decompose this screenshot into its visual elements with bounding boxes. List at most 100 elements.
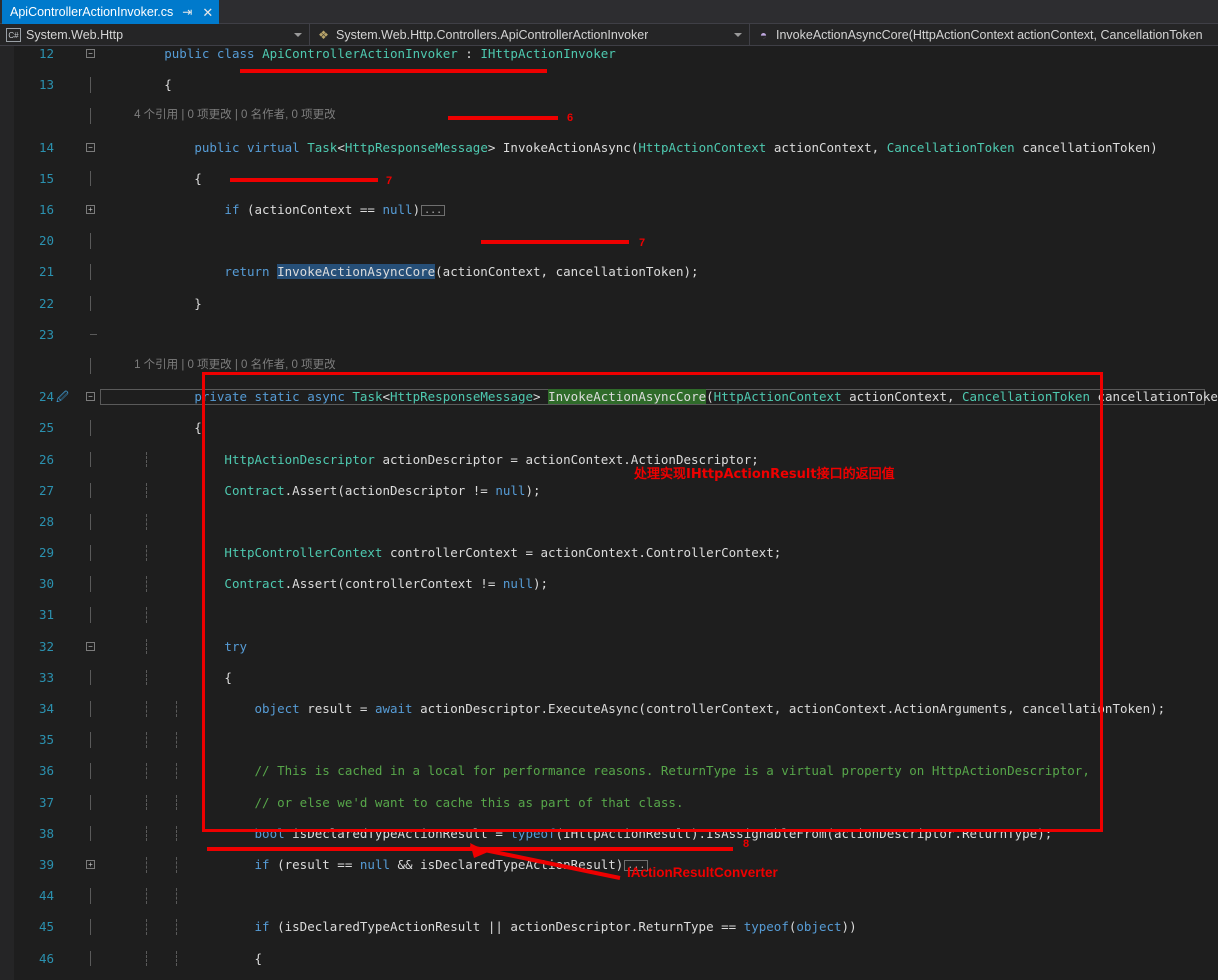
code-text[interactable]: {: [104, 951, 263, 967]
type-dropdown[interactable]: ❖ System.Web.Http.Controllers.ApiControl…: [310, 24, 750, 46]
project-dropdown[interactable]: C# System.Web.Http: [0, 24, 310, 46]
code-text[interactable]: public class ApiControllerActionInvoker …: [104, 46, 616, 62]
line-number: 38: [38, 825, 54, 841]
pin-icon[interactable]: ⇥: [182, 6, 192, 18]
code-token: cancellationToken): [1014, 139, 1158, 155]
line-number: 33: [38, 669, 54, 685]
code-line[interactable]: 15 {: [0, 170, 1218, 187]
code-line[interactable]: 13 {: [0, 77, 1218, 93]
code-line[interactable]: 46 {: [0, 950, 1218, 967]
line-number: 32: [38, 638, 54, 654]
chevron-down-icon[interactable]: [734, 33, 742, 37]
line-number: 21: [38, 264, 54, 280]
fold-guide: [90, 794, 91, 811]
code-line[interactable]: 23: [0, 327, 1218, 343]
expand-icon[interactable]: +: [86, 204, 95, 214]
collapse-icon[interactable]: −: [86, 641, 95, 651]
code-token: object: [796, 919, 842, 935]
line-number: 14: [38, 139, 54, 155]
line-number: 29: [38, 545, 54, 561]
code-text[interactable]: if (isDeclaredTypeActionResult || action…: [104, 919, 857, 935]
code-text[interactable]: {: [104, 420, 202, 436]
code-token: InvokeActionAsyncCore: [277, 264, 436, 280]
line-number: 23: [38, 326, 54, 342]
code-token: {: [104, 420, 202, 436]
line-number: 36: [38, 763, 54, 779]
line-number: 34: [38, 701, 54, 717]
code-text[interactable]: {: [104, 77, 172, 93]
underline-class-name: [240, 69, 547, 73]
fold-guide: [90, 108, 91, 124]
code-token: (actionContext ==: [239, 201, 383, 217]
indent-guide: [176, 732, 178, 748]
line-number: 28: [38, 513, 54, 529]
code-token: public: [164, 46, 210, 61]
code-line[interactable]: 45 if (isDeclaredTypeActionResult || act…: [0, 919, 1218, 936]
code-text[interactable]: }: [104, 296, 202, 312]
visual-studio-window: ApiControllerActionInvoker.cs ⇥ ✕ C# Sys…: [0, 0, 1218, 980]
code-token: {: [104, 170, 202, 186]
member-dropdown[interactable]: ◓ InvokeActionAsyncCore(HttpActionContex…: [750, 24, 1218, 46]
code-text[interactable]: {: [104, 171, 202, 187]
chevron-down-icon[interactable]: [294, 33, 302, 37]
code-token: {: [104, 77, 172, 93]
code-token: (isDeclaredTypeActionResult || actionDes…: [269, 919, 744, 935]
fold-guide: [90, 732, 91, 748]
code-line[interactable]: 12 − public class ApiControllerActionInvo…: [0, 46, 1218, 62]
code-line[interactable]: 22 }: [0, 295, 1218, 312]
code-line[interactable]: 21 return InvokeActionAsyncCore(actionCo…: [0, 264, 1218, 280]
indent-guide: [146, 607, 148, 624]
csharp-project-icon: C#: [6, 28, 21, 42]
indent-guide: [146, 513, 148, 530]
line-number: 12: [38, 46, 54, 61]
fold-guide: [90, 482, 91, 499]
collapse-icon[interactable]: −: [86, 392, 95, 402]
fold-guide: [90, 77, 91, 93]
highlight-region-box: [202, 372, 1103, 832]
code-token: ApiControllerActionInvoker: [262, 46, 458, 61]
code-editor[interactable]: 12 − public class ApiControllerActionInvo…: [0, 46, 1218, 980]
collapse-icon[interactable]: −: [86, 49, 95, 58]
fold-guide: [90, 825, 91, 842]
code-token: <: [337, 139, 345, 155]
code-token: if: [254, 919, 270, 935]
line-number: 37: [38, 794, 54, 810]
fold-guide: [90, 763, 91, 780]
close-icon[interactable]: ✕: [202, 6, 213, 19]
fold-guide: [90, 233, 91, 249]
line-number: 22: [38, 295, 54, 311]
code-token: public: [194, 139, 240, 155]
expand-icon[interactable]: +: [86, 860, 95, 870]
line-number: 44: [38, 888, 54, 904]
code-token: if: [224, 201, 240, 217]
fold-guide: [90, 264, 91, 280]
code-line[interactable]: 14 − public virtual Task<HttpResponseMess…: [0, 140, 1218, 156]
indent-guide: [146, 888, 148, 904]
code-line[interactable]: 4 个引用 | 0 项更改 | 0 名作者, 0 项更改: [0, 108, 1218, 124]
code-text[interactable]: return InvokeActionAsyncCore(actionConte…: [104, 264, 699, 280]
underline-invoke-action-async-core-call: [230, 178, 378, 182]
code-line[interactable]: 16 + if (actionContext == null)...: [0, 202, 1218, 218]
code-text[interactable]: if (actionContext == null)...: [104, 202, 446, 218]
editor-tab-apicontrolleractioninvoker[interactable]: ApiControllerActionInvoker.cs ⇥ ✕: [2, 0, 220, 24]
code-token: (result ==: [269, 857, 360, 873]
codelens-indicator[interactable]: 4 个引用 | 0 项更改 | 0 名作者, 0 项更改: [134, 108, 336, 124]
code-token: }: [104, 295, 202, 311]
code-token: cancellationToken): [1097, 389, 1218, 405]
code-token: > InvokeActionAsync(: [487, 139, 639, 155]
underline-invoke-action-async-core-def: [481, 240, 629, 244]
indent-guide: [146, 732, 148, 748]
collapsed-block-ellipsis[interactable]: ...: [421, 204, 446, 216]
method-icon: ◓: [759, 28, 768, 42]
code-text[interactable]: public virtual Task<HttpResponseMessage>…: [104, 139, 1158, 156]
collapse-icon[interactable]: −: [86, 142, 95, 152]
code-token: actionContext,: [766, 139, 887, 155]
underline-invoke-action-async: [448, 116, 558, 120]
fold-guide: [90, 451, 91, 468]
editor-tab-strip: ApiControllerActionInvoker.cs ⇥ ✕: [0, 0, 1218, 24]
